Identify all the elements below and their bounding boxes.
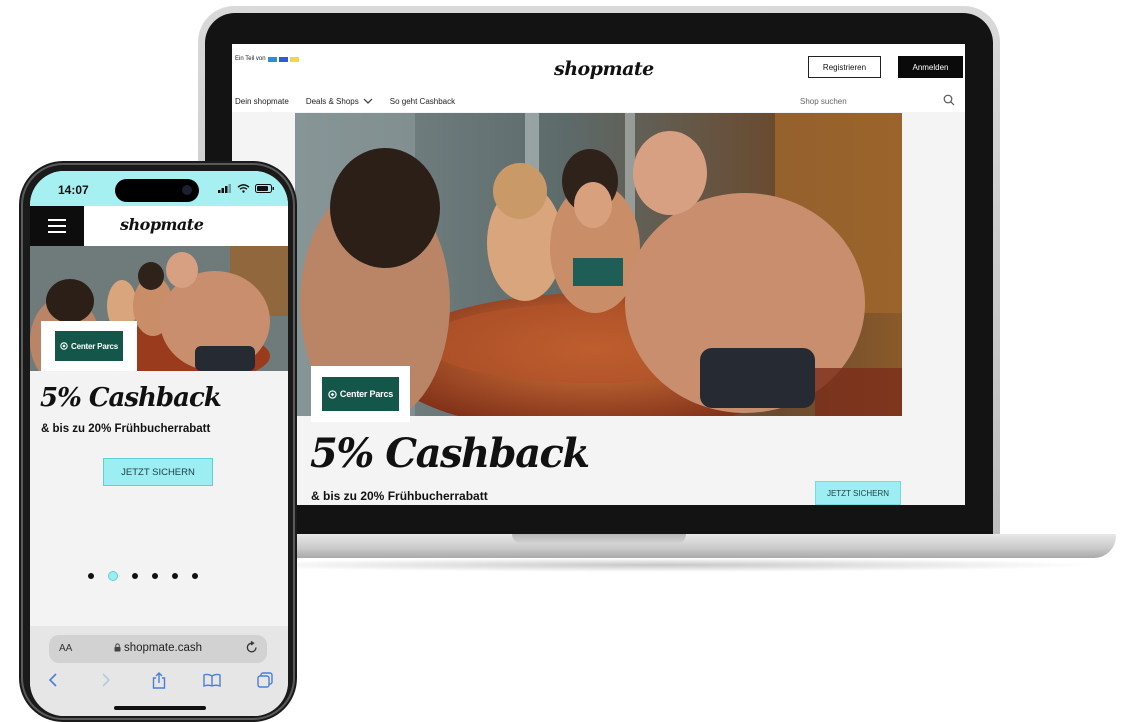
carousel-dot-active[interactable] bbox=[108, 571, 118, 581]
part-of-label: Ein Teil von bbox=[235, 56, 266, 62]
menu-line bbox=[48, 231, 66, 233]
nav-item-so-geht-cashback[interactable]: So geht Cashback bbox=[390, 97, 455, 106]
login-button[interactable]: Anmelden bbox=[898, 56, 963, 78]
share-icon[interactable] bbox=[150, 671, 168, 689]
url-text: shopmate.cash bbox=[124, 642, 202, 654]
menu-line bbox=[48, 225, 66, 227]
carousel-dots bbox=[88, 571, 198, 581]
nav-item-deals-shops[interactable]: Deals & Shops bbox=[306, 97, 373, 106]
nav-item-deals-shops-label: Deals & Shops bbox=[305, 97, 359, 106]
brand-card[interactable]: Center Parcs bbox=[311, 366, 410, 422]
brand-label-mobile: Center Parcs bbox=[71, 341, 118, 351]
tabs-icon[interactable] bbox=[256, 671, 274, 689]
chevron-down-icon bbox=[363, 98, 373, 105]
shopmate-logo[interactable]: shopmate bbox=[554, 58, 654, 80]
laptop-screen: Ein Teil von shopmate Registrieren Anmel… bbox=[232, 44, 965, 505]
carousel-dot[interactable] bbox=[152, 573, 158, 579]
status-icons bbox=[218, 184, 275, 193]
wifi-icon bbox=[237, 184, 250, 193]
menu-line bbox=[48, 219, 66, 221]
laptop-notch bbox=[512, 534, 686, 544]
center-parcs-badge: Center Parcs bbox=[322, 377, 399, 411]
status-bar: 14:07 bbox=[30, 171, 288, 206]
bookmarks-icon[interactable] bbox=[203, 671, 221, 689]
search-icon[interactable] bbox=[943, 94, 955, 106]
partner-logo-1-icon bbox=[267, 56, 277, 62]
brand-card-mobile[interactable]: Center Parcs bbox=[41, 321, 137, 371]
phone-screen: 14:07 shopmate Center Parcs 5% Cashback … bbox=[30, 171, 288, 716]
carousel-dot[interactable] bbox=[192, 573, 198, 579]
promo-subheadline-mobile: & bis zu 20% Frühbucherrabatt bbox=[41, 423, 211, 435]
carousel-dot[interactable] bbox=[132, 573, 138, 579]
register-button[interactable]: Registrieren bbox=[808, 56, 881, 78]
center-parcs-badge-mobile: Center Parcs bbox=[55, 331, 123, 361]
shop-search-input[interactable]: Shop suchen bbox=[800, 97, 847, 106]
cta-button-mobile[interactable]: JETZT SICHERN bbox=[103, 458, 213, 486]
signal-icon bbox=[218, 184, 231, 193]
part-of-badge: Ein Teil von bbox=[235, 56, 299, 62]
phone-header: shopmate bbox=[30, 206, 288, 246]
laptop-shadow bbox=[220, 558, 1100, 572]
brand-label: Center Parcs bbox=[339, 389, 394, 399]
address-bar[interactable]: AA shopmate.cash bbox=[49, 635, 267, 663]
safari-toolbar: AA shopmate.cash bbox=[30, 626, 288, 716]
carousel-dot[interactable] bbox=[88, 573, 94, 579]
menu-icon[interactable] bbox=[30, 206, 84, 246]
reload-icon[interactable] bbox=[246, 641, 258, 654]
status-time: 14:07 bbox=[58, 183, 89, 197]
url-display[interactable]: shopmate.cash bbox=[49, 642, 267, 654]
battery-icon bbox=[255, 184, 274, 193]
promo-subheadline: & bis zu 20% Frühbucherrabatt bbox=[311, 489, 488, 503]
carousel-dot[interactable] bbox=[172, 573, 178, 579]
cta-button[interactable]: JETZT SICHERN bbox=[815, 481, 901, 505]
promo-headline-mobile: 5% Cashback bbox=[40, 383, 222, 413]
camera-icon bbox=[182, 185, 192, 195]
forward-icon[interactable] bbox=[97, 671, 115, 689]
partner-logo-3-icon bbox=[289, 56, 299, 62]
shopmate-logo-mobile[interactable]: shopmate bbox=[120, 215, 204, 234]
nav-item-dein-shopmate[interactable]: Dein shopmate bbox=[235, 97, 289, 106]
lock-icon bbox=[114, 643, 121, 652]
browser-nav-bar bbox=[40, 671, 278, 689]
main-nav: Dein shopmate Deals & Shops So geht Cash… bbox=[235, 97, 455, 106]
home-indicator bbox=[114, 706, 206, 710]
center-parcs-logo-icon bbox=[328, 389, 337, 399]
partner-logo-2-icon bbox=[278, 56, 288, 62]
promo-headline: 5% Cashback bbox=[310, 430, 590, 477]
desktop-header: Ein Teil von shopmate Registrieren Anmel… bbox=[232, 44, 965, 112]
back-icon[interactable] bbox=[44, 671, 62, 689]
center-parcs-logo-icon bbox=[60, 342, 68, 350]
